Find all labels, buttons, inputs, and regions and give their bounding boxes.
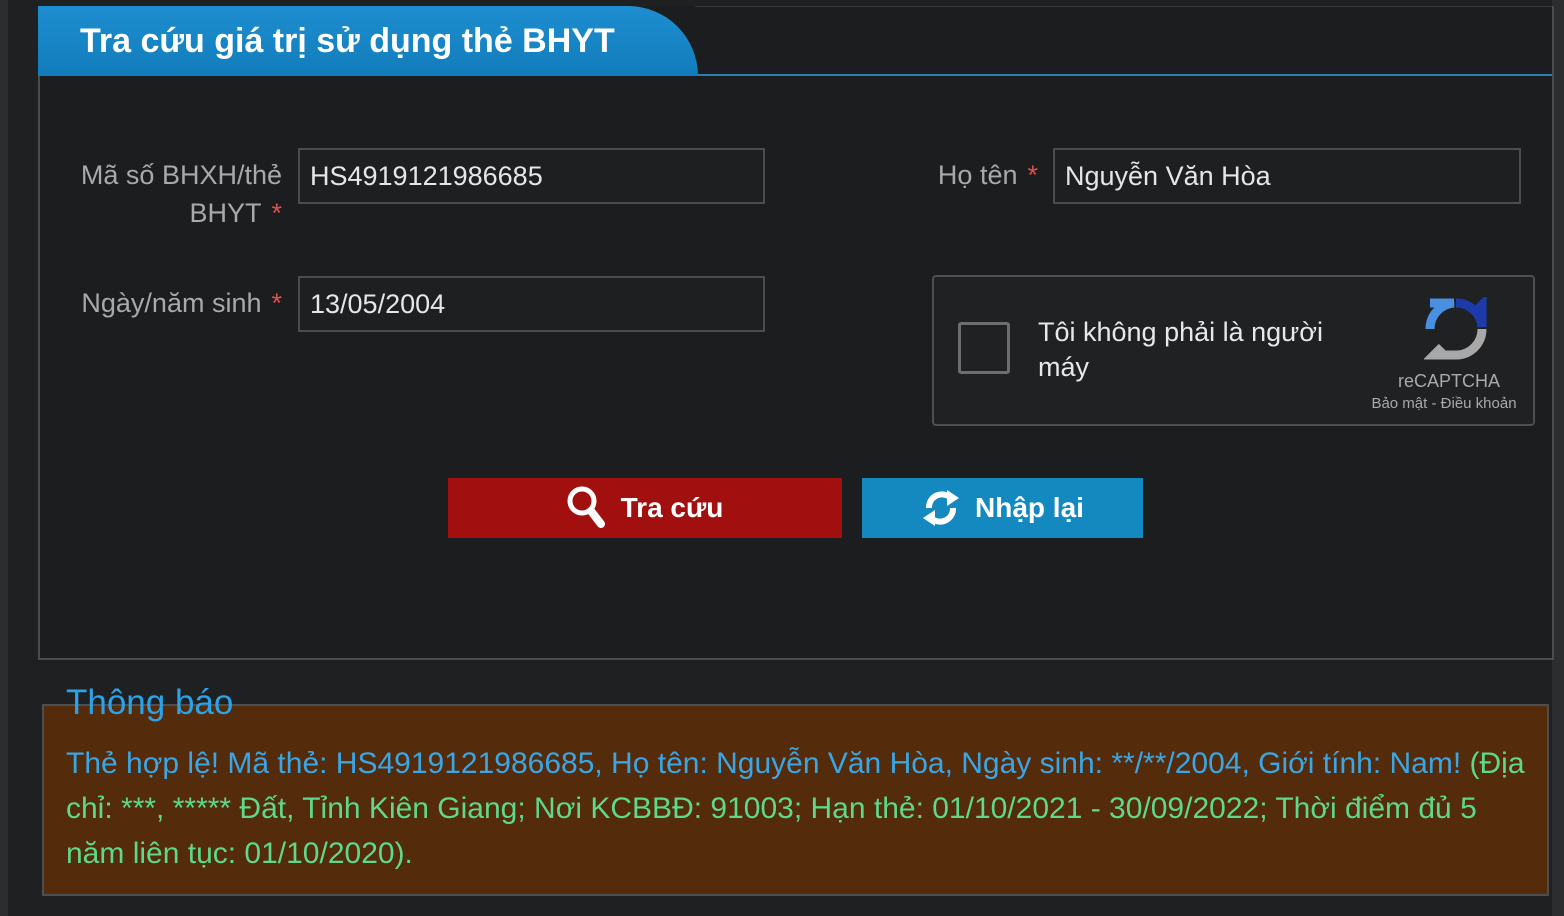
full-name-label: Họ tên * — [880, 156, 1038, 194]
search-button[interactable]: Tra cứu — [448, 478, 842, 538]
card-id-label-line2: BHYT * — [60, 194, 282, 232]
card-id-required-mark: * — [271, 198, 282, 228]
magnifier-icon — [567, 486, 607, 530]
full-name-label-text: Họ tên — [937, 160, 1018, 190]
recaptcha-terms-link[interactable]: Điều khoản — [1441, 395, 1517, 412]
panel-header-background — [695, 6, 1552, 75]
refresh-icon — [921, 486, 961, 530]
reset-button-label: Nhập lại — [975, 492, 1084, 523]
recaptcha-brand: reCAPTCHA — [1397, 371, 1500, 391]
notice-title: Thông báo — [66, 683, 234, 722]
recaptcha-label: Tôi không phải là người máy — [1038, 317, 1323, 382]
card-id-label: Mã số BHXH/thẻ BHYT * — [60, 156, 282, 232]
recaptcha-widget: Tôi không phải là người máy reCAPTCHA Bả… — [932, 275, 1535, 426]
full-name-input[interactable] — [1053, 148, 1521, 204]
card-id-input[interactable] — [298, 148, 765, 204]
birth-date-required-mark: * — [271, 288, 282, 318]
recaptcha-logo-icon — [1423, 294, 1488, 361]
birth-date-input[interactable] — [298, 276, 765, 332]
recaptcha-privacy-link[interactable]: Bảo mật — [1371, 395, 1427, 412]
birth-date-label: Ngày/năm sinh * — [40, 284, 282, 322]
card-id-label-text: BHYT — [189, 198, 262, 228]
notice-message-validity: Thẻ hợp lệ! Mã thẻ: HS4919121986685, Họ … — [66, 747, 1462, 780]
birth-date-label-text: Ngày/năm sinh — [81, 288, 262, 318]
recaptcha-checkbox[interactable] — [958, 322, 1010, 374]
reset-button[interactable]: Nhập lại — [862, 478, 1143, 538]
full-name-required-mark: * — [1027, 160, 1038, 190]
recaptcha-links-separator: - — [1431, 395, 1437, 412]
search-button-label: Tra cứu — [620, 492, 724, 523]
page: Tra cứu giá trị sử dụng thẻ BHYT Mã số B… — [0, 0, 1564, 916]
card-id-label-line1: Mã số BHXH/thẻ — [80, 160, 282, 190]
notice-message: Thẻ hợp lệ! Mã thẻ: HS4919121986685, Họ … — [66, 741, 1526, 876]
recaptcha-links: Bảo mật - Điều khoản — [1344, 395, 1544, 412]
left-border-strip — [0, 0, 8, 916]
panel-title: Tra cứu giá trị sử dụng thẻ BHYT — [38, 6, 698, 76]
